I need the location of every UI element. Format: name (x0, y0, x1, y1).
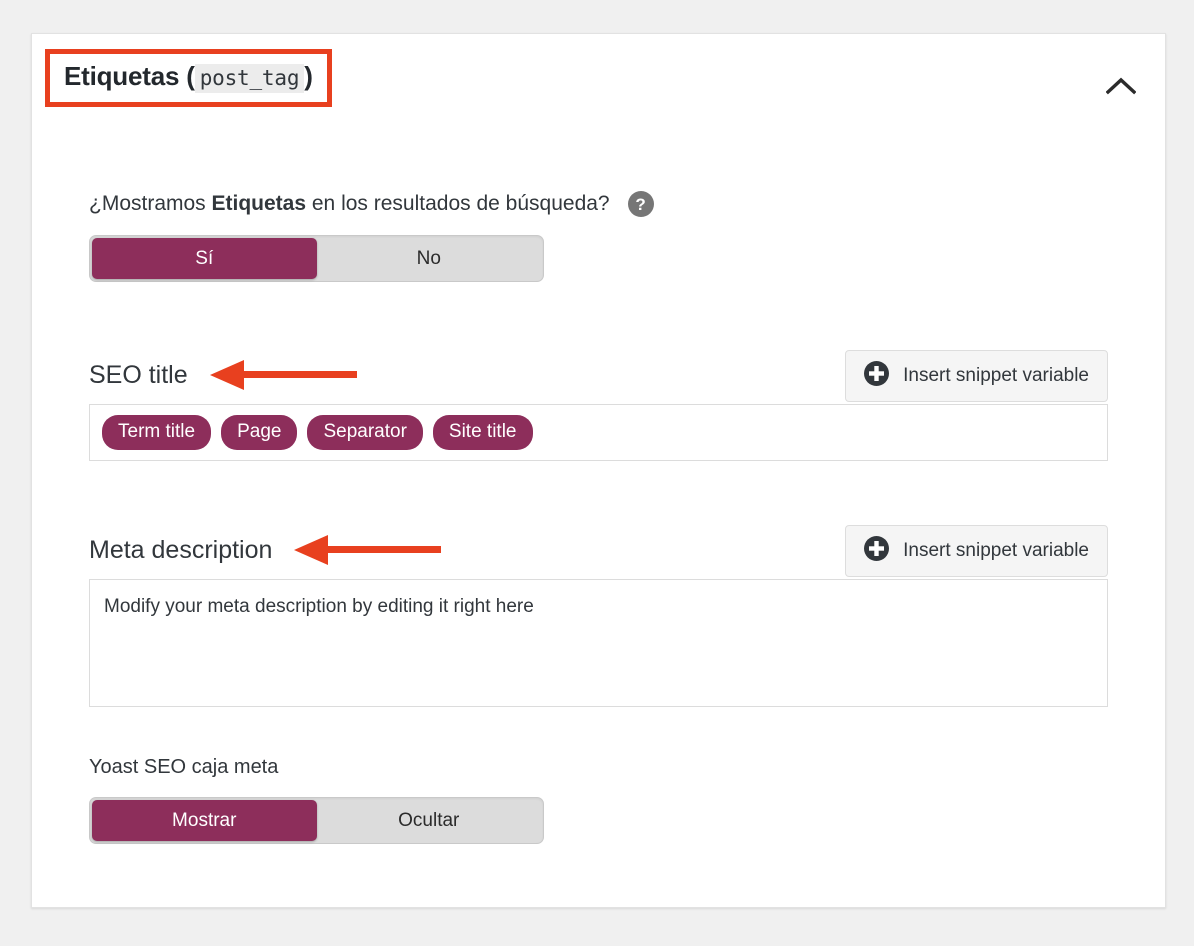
meta-description-field-block: Meta description Insert snippet variable… (89, 523, 1108, 707)
seo-title-snippet-button-label: Insert snippet variable (903, 365, 1089, 386)
chevron-up-icon (1105, 77, 1137, 98)
left-arrow-annotation-meta-description (294, 535, 442, 570)
page-title-main: Etiquetas ( (64, 61, 195, 91)
yoast-metabox-label: Yoast SEO caja meta (89, 756, 279, 778)
help-circle-icon[interactable]: ? (627, 191, 654, 217)
page-title-taxonomy-code: post_tag (194, 64, 305, 93)
meta-description-snippet-button-label: Insert snippet variable (903, 540, 1089, 561)
plus-circle-icon (864, 535, 890, 567)
meta-description-label-wrap: Meta description (89, 532, 442, 570)
question-text-before: ¿Mostramos (89, 192, 212, 216)
seo-title-header: SEO title Insert snippet variable (89, 348, 1108, 404)
meta-description-label: Meta description (89, 536, 273, 565)
page-title: Etiquetas (post_tag) (64, 60, 313, 93)
snippet-variable-tag-site-title[interactable]: Site title (432, 415, 533, 450)
left-arrow-annotation-seo-title (209, 360, 357, 395)
yoast-metabox-toggle-option-show[interactable]: Mostrar (92, 800, 317, 841)
card-header: Etiquetas (post_tag) (32, 34, 1165, 139)
snippet-variable-tag-separator[interactable]: Separator (307, 415, 423, 450)
yoast-metabox-block: Yoast SEO caja meta Mostrar Ocultar (89, 755, 1108, 844)
snippet-variable-tag-term-title[interactable]: Term title (102, 415, 212, 450)
visibility-toggle-option-yes[interactable]: Sí (92, 238, 317, 279)
seo-title-label-wrap: SEO title (89, 357, 357, 395)
seo-title-field-block: SEO title Insert snippet variable Term t… (89, 348, 1108, 461)
question-text-bold: Etiquetas (211, 192, 307, 216)
seo-title-insert-snippet-variable-button[interactable]: Insert snippet variable (845, 350, 1108, 402)
seo-title-label: SEO title (89, 361, 188, 390)
meta-description-insert-snippet-variable-button[interactable]: Insert snippet variable (845, 525, 1108, 577)
yoast-metabox-toggle[interactable]: Mostrar Ocultar (89, 797, 544, 844)
page-title-close: ) (304, 61, 313, 91)
snippet-variable-tag-page[interactable]: Page (221, 415, 298, 450)
plus-circle-icon (864, 360, 890, 392)
visibility-question-row: ¿Mostramos Etiquetas en los resultados d… (89, 191, 1108, 217)
visibility-question-label: ¿Mostramos Etiquetas en los resultados d… (89, 191, 610, 216)
visibility-toggle-option-no[interactable]: No (317, 238, 542, 279)
page-title-annotation-box: Etiquetas (post_tag) (45, 49, 332, 107)
seo-title-input[interactable]: Term title Page Separator Site title (89, 404, 1108, 461)
collapse-section-button[interactable] (1093, 64, 1149, 110)
meta-description-input[interactable]: Modify your meta description by editing … (89, 579, 1108, 707)
question-text-after: en los resultados de búsqueda? (306, 192, 610, 216)
yoast-metabox-toggle-option-hide[interactable]: Ocultar (317, 800, 542, 841)
taxonomy-settings-card: Etiquetas (post_tag) ¿Mostramos Etiqueta… (31, 33, 1166, 908)
visibility-toggle[interactable]: Sí No (89, 235, 544, 282)
card-body: ¿Mostramos Etiquetas en los resultados d… (32, 191, 1165, 844)
meta-description-header: Meta description Insert snippet variable (89, 523, 1108, 579)
